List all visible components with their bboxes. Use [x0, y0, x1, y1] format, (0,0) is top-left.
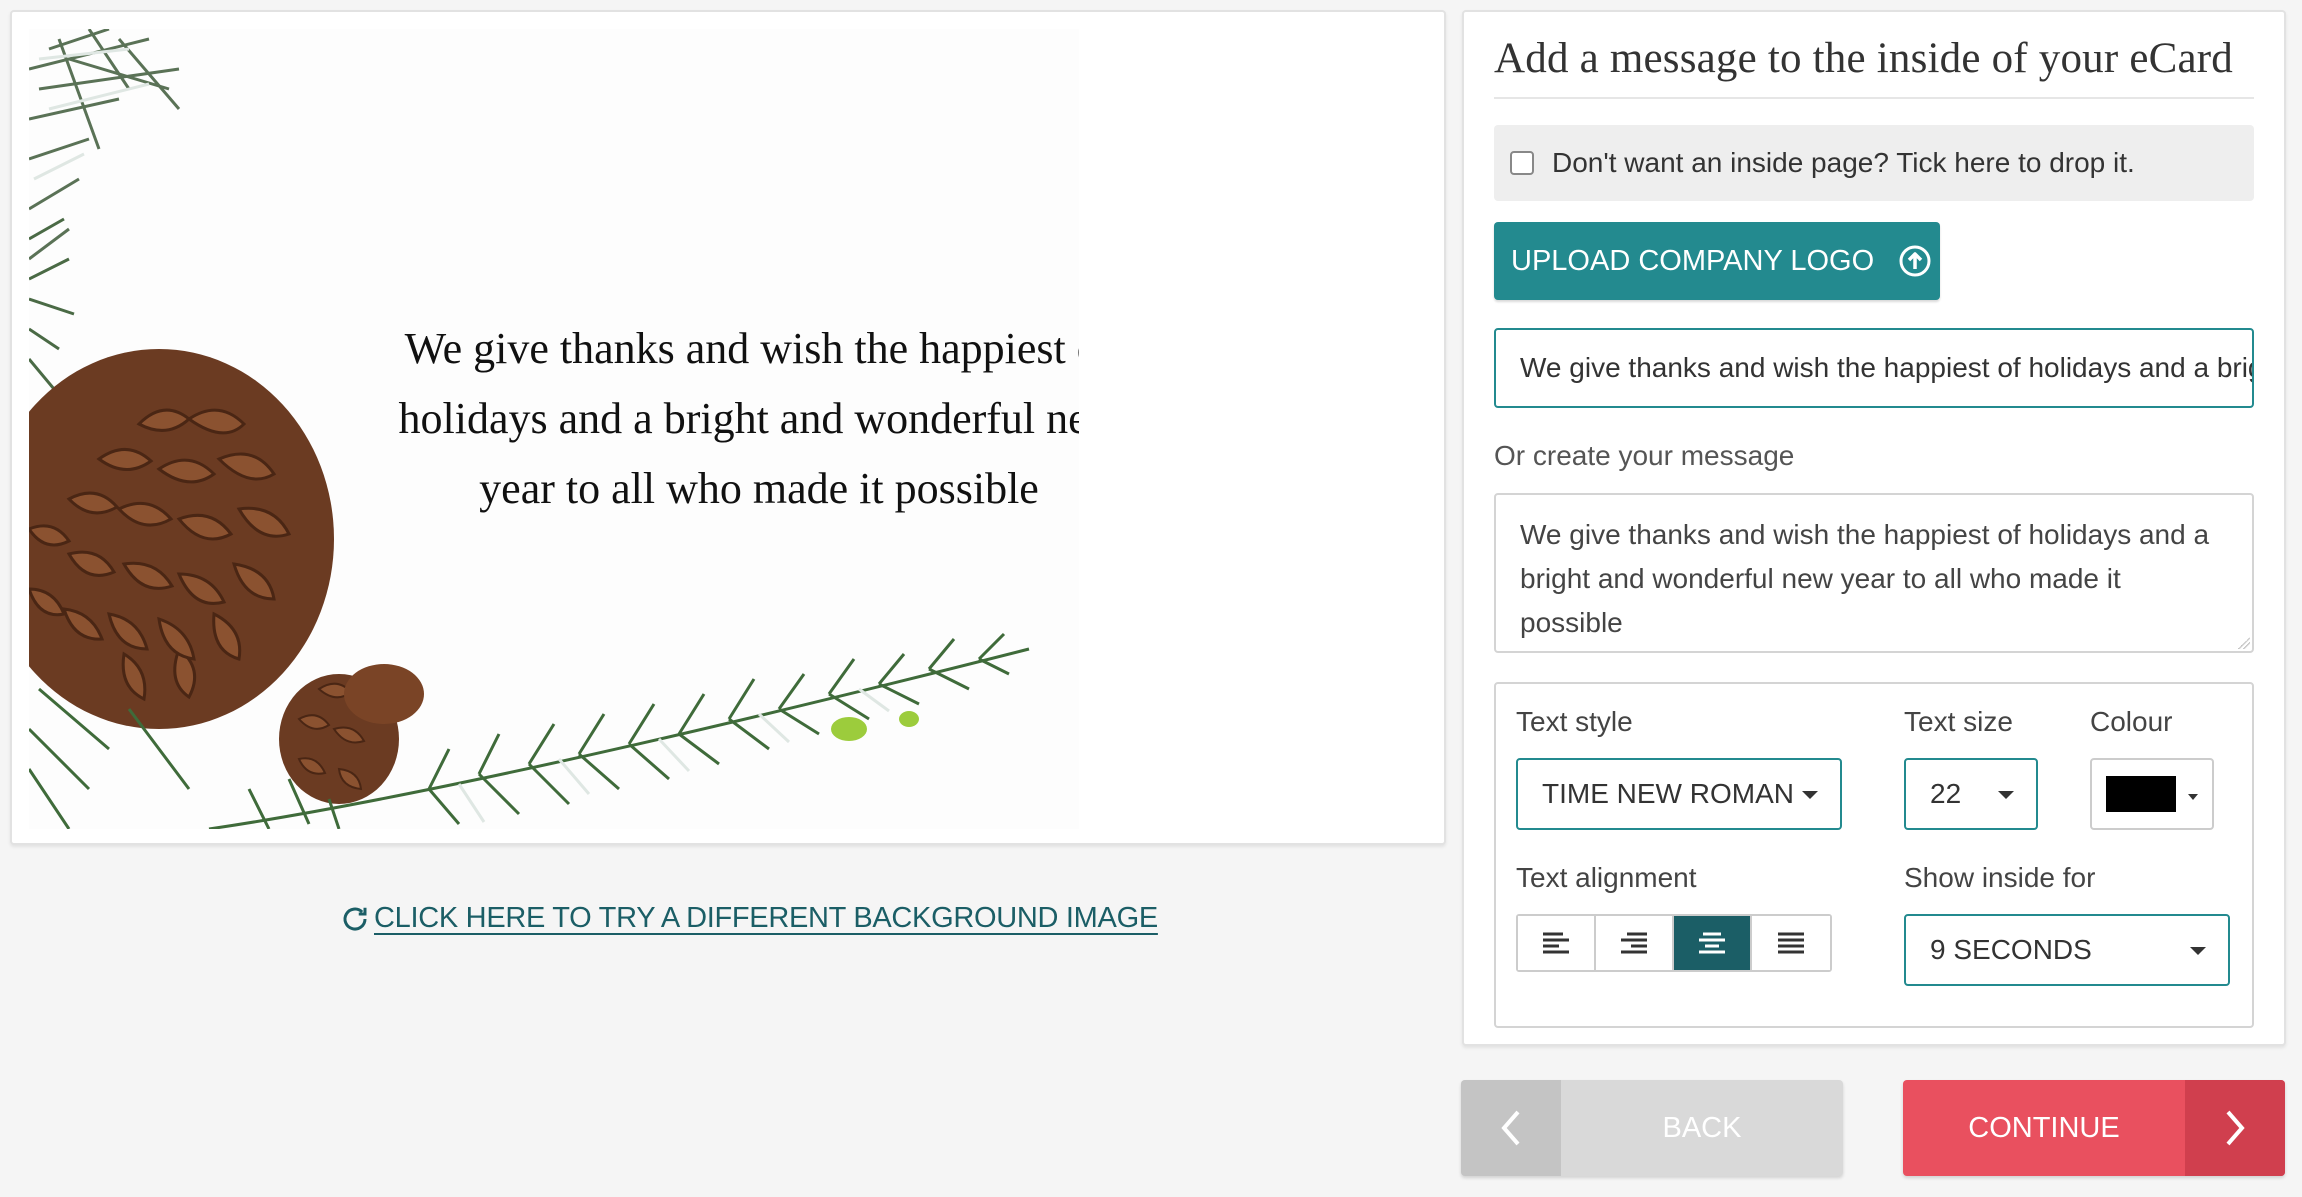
resize-handle[interactable] — [2238, 637, 2250, 649]
custom-message-textarea[interactable]: We give thanks and wish the happiest of … — [1494, 493, 2254, 653]
text-style-dropdown[interactable]: TIME NEW ROMAN — [1516, 758, 1842, 830]
back-button[interactable]: BACK — [1461, 1080, 1843, 1176]
align-right-icon — [1621, 932, 1647, 954]
card-message-line: holidays and a bright and wonderful new — [398, 394, 1079, 443]
align-right-button[interactable] — [1596, 916, 1674, 970]
text-style-label: Text style — [1516, 706, 1633, 737]
text-size-label: Text size — [1904, 706, 2013, 737]
colour-label: Colour — [2090, 706, 2173, 737]
drop-inside-label: Don't want an inside page? Tick here to … — [1552, 147, 2135, 178]
align-center-button[interactable] — [1674, 916, 1752, 970]
drop-inside-checkbox[interactable] — [1510, 151, 1534, 175]
preset-message-select[interactable]: We give thanks and wish the happiest of … — [1494, 328, 2254, 408]
show-inside-value: 9 SECONDS — [1930, 934, 2092, 965]
card-preview-panel: We give thanks and wish the happiest of … — [10, 10, 1446, 845]
chevron-down-icon — [1802, 791, 1818, 799]
card-message-line: year to all who made it possible — [479, 464, 1039, 513]
drop-inside-page-option[interactable]: Don't want an inside page? Tick here to … — [1494, 125, 2254, 201]
change-background-link[interactable]: CLICK HERE TO TRY A DIFFERENT BACKGROUND… — [340, 902, 1158, 935]
show-inside-label: Show inside for — [1904, 862, 2096, 893]
colour-picker[interactable] — [2090, 758, 2214, 830]
card-background-image: We give thanks and wish the happiest of … — [29, 29, 1079, 829]
text-alignment-label: Text alignment — [1516, 862, 1697, 893]
continue-arrow-segment — [2185, 1080, 2285, 1176]
show-inside-dropdown[interactable]: 9 SECONDS — [1904, 914, 2230, 986]
page-title: Add a message to the inside of your eCar… — [1494, 34, 2254, 99]
align-center-icon — [1699, 932, 1725, 954]
refresh-icon — [343, 907, 367, 931]
colour-swatch — [2106, 776, 2176, 812]
custom-message-value: We give thanks and wish the happiest of … — [1520, 519, 2210, 638]
chevron-right-icon — [2226, 1110, 2245, 1146]
change-background-label: CLICK HERE TO TRY A DIFFERENT BACKGROUND… — [374, 902, 1158, 934]
align-justify-icon — [1778, 932, 1804, 954]
align-left-button[interactable] — [1518, 916, 1596, 970]
upload-icon — [1899, 245, 1931, 277]
back-label: BACK — [1662, 1111, 1742, 1144]
align-left-icon — [1543, 932, 1569, 954]
continue-button[interactable]: CONTINUE — [1903, 1080, 2285, 1176]
text-size-dropdown[interactable]: 22 — [1904, 758, 2038, 830]
message-editor-panel: Add a message to the inside of your eCar… — [1462, 10, 2286, 1046]
card-message-text: We give thanks and wish the happiest of … — [359, 314, 1079, 524]
text-alignment-group — [1516, 914, 1832, 972]
back-arrow-segment — [1461, 1080, 1561, 1176]
align-justify-button[interactable] — [1752, 916, 1830, 970]
text-size-value: 22 — [1930, 778, 1962, 809]
chevron-left-icon — [1501, 1110, 1520, 1146]
upload-logo-button[interactable]: UPLOAD COMPANY LOGO — [1494, 222, 1940, 300]
upload-logo-label: UPLOAD COMPANY LOGO — [1511, 244, 1875, 277]
chevron-down-icon — [2188, 794, 2198, 800]
card-message-line: We give thanks and wish the happiest of — [404, 324, 1079, 373]
chevron-down-icon — [2190, 947, 2206, 955]
custom-message-label: Or create your message — [1494, 440, 1795, 471]
chevron-down-icon — [1998, 791, 2014, 799]
text-style-value: TIME NEW ROMAN — [1542, 778, 1794, 809]
text-style-options: Text style TIME NEW ROMAN Text size 22 C… — [1494, 682, 2254, 1028]
continue-label: CONTINUE — [1968, 1111, 2120, 1144]
